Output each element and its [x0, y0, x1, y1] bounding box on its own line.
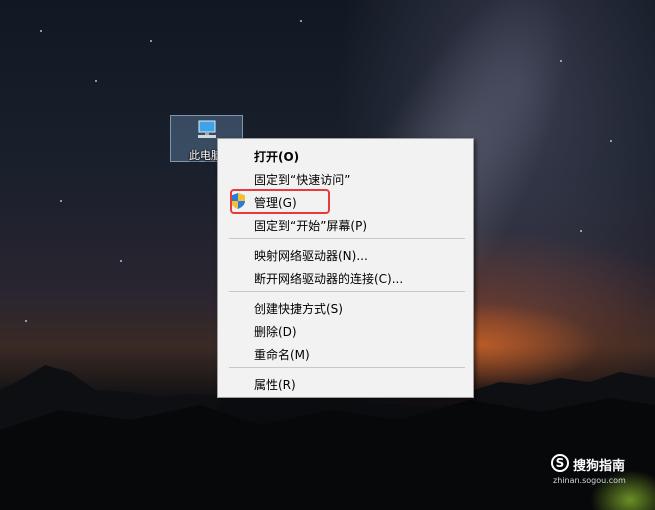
- menu-separator: [229, 367, 465, 368]
- annotation-highlight-box: [230, 189, 330, 214]
- menu-item-create-shortcut[interactable]: 创建快捷方式(S): [218, 296, 473, 318]
- sogou-watermark: S 搜狗指南 zhinan.sogou.com: [551, 452, 651, 488]
- menu-item-label: 断开网络驱动器的连接(C)...: [254, 272, 404, 286]
- menu-item-label: 固定到“开始”屏幕(P): [254, 219, 368, 233]
- menu-item-label: 映射网络驱动器(N)...: [254, 249, 368, 263]
- menu-item-properties[interactable]: 属性(R): [218, 372, 473, 394]
- menu-separator: [229, 238, 465, 239]
- menu-item-label: 打开(O): [254, 150, 300, 164]
- watermark-brand: 搜狗指南: [573, 459, 626, 474]
- menu-separator: [229, 291, 465, 292]
- watermark-url: zhinan.sogou.com: [553, 476, 626, 485]
- menu-item-label: 删除(D): [254, 325, 297, 339]
- menu-item-delete[interactable]: 删除(D): [218, 319, 473, 341]
- menu-item-map-network-drive[interactable]: 映射网络驱动器(N)...: [218, 243, 473, 265]
- menu-item-label: 重命名(M): [254, 348, 310, 362]
- menu-item-label: 属性(R): [254, 378, 296, 392]
- menu-item-open[interactable]: 打开(O): [218, 144, 473, 166]
- menu-item-disconnect-network-drive[interactable]: 断开网络驱动器的连接(C)...: [218, 266, 473, 288]
- menu-item-label: 固定到“快速访问”: [254, 173, 351, 187]
- menu-item-pin-quick-access[interactable]: 固定到“快速访问”: [218, 167, 473, 189]
- this-pc-icon: [198, 120, 216, 138]
- context-menu: 打开(O) 固定到“快速访问” 管理(G) 固定到“开始”屏幕(P) 映射网络驱…: [217, 138, 474, 398]
- menu-item-label: 创建快捷方式(S): [254, 302, 343, 316]
- sogou-logo-icon: S: [551, 454, 569, 472]
- menu-item-pin-start[interactable]: 固定到“开始”屏幕(P): [218, 213, 473, 235]
- menu-item-rename[interactable]: 重命名(M): [218, 342, 473, 364]
